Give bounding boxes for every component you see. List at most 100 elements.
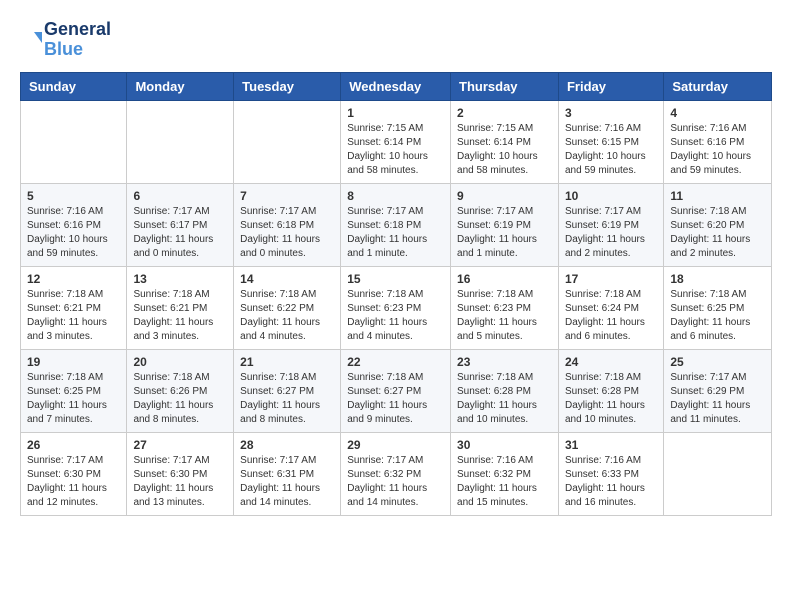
calendar-cell: 19 Sunrise: 7:18 AMSunset: 6:25 PMDayligh…	[21, 349, 127, 432]
day-number: 2	[457, 106, 552, 120]
calendar-cell: 28Sunrise: 7:17 AMSunset: 6:31 PMDayligh…	[234, 432, 341, 515]
day-number: 6	[133, 189, 227, 203]
day-info: Sunrise: 7:18 AMSunset: 6:27 PMDaylight:…	[347, 371, 444, 427]
day-info: Sunrise: 7:17 AMSunset: 6:30 PMDaylight:…	[133, 454, 227, 510]
day-info: Sunrise: 7:17 AMSunset: 6:19 PMDaylight:…	[457, 205, 552, 261]
day-info: Sunrise: 7:17 AMSunset: 6:30 PMDaylight:…	[27, 454, 120, 510]
calendar-cell: 21 Sunrise: 7:18 AMSunset: 6:27 PMDayligh…	[234, 349, 341, 432]
day-info: Sunrise: 7:18 AMSunset: 6:25 PMDaylight:…	[27, 371, 120, 427]
day-number: 23	[457, 355, 552, 369]
weekday-header-friday: Friday	[558, 72, 663, 100]
day-info: Sunrise: 7:18 AMSunset: 6:25 PMDaylight:…	[670, 288, 765, 344]
day-number: 12	[27, 272, 120, 286]
day-number: 10	[565, 189, 657, 203]
calendar-cell: 6 Sunrise: 7:17 AMSunset: 6:17 PMDaylight…	[127, 183, 234, 266]
day-info: Sunrise: 7:18 AMSunset: 6:24 PMDaylight:…	[565, 288, 657, 344]
day-info: Sunrise: 7:18 AMSunset: 6:22 PMDaylight:…	[240, 288, 334, 344]
day-info: Sunrise: 7:18 AMSunset: 6:23 PMDaylight:…	[457, 288, 552, 344]
calendar-cell: 24 Sunrise: 7:18 AMSunset: 6:28 PMDayligh…	[558, 349, 663, 432]
calendar-cell	[664, 432, 772, 515]
calendar-cell: 8 Sunrise: 7:17 AMSunset: 6:18 PMDaylight…	[341, 183, 451, 266]
calendar-table: SundayMondayTuesdayWednesdayThursdayFrid…	[20, 72, 772, 516]
day-number: 25	[670, 355, 765, 369]
day-number: 27	[133, 438, 227, 452]
weekday-header-monday: Monday	[127, 72, 234, 100]
calendar-cell	[234, 100, 341, 183]
day-number: 26	[27, 438, 120, 452]
calendar-cell: 15 Sunrise: 7:18 AMSunset: 6:23 PMDayligh…	[341, 266, 451, 349]
day-info: Sunrise: 7:17 AMSunset: 6:29 PMDaylight:…	[670, 371, 765, 427]
day-number: 19	[27, 355, 120, 369]
day-info: Sunrise: 7:18 AMSunset: 6:21 PMDaylight:…	[27, 288, 120, 344]
day-number: 11	[670, 189, 765, 203]
calendar-cell: 22 Sunrise: 7:18 AMSunset: 6:27 PMDayligh…	[341, 349, 451, 432]
day-info: Sunrise: 7:16 AMSunset: 6:16 PMDaylight:…	[27, 205, 120, 261]
weekday-header-wednesday: Wednesday	[341, 72, 451, 100]
day-info: Sunrise: 7:18 AMSunset: 6:27 PMDaylight:…	[240, 371, 334, 427]
day-number: 13	[133, 272, 227, 286]
calendar-cell: 10 Sunrise: 7:17 AMSunset: 6:19 PMDayligh…	[558, 183, 663, 266]
day-number: 28	[240, 438, 334, 452]
calendar-cell: 25 Sunrise: 7:17 AMSunset: 6:29 PMDayligh…	[664, 349, 772, 432]
day-info: Sunrise: 7:16 AMSunset: 6:32 PMDaylight:…	[457, 454, 552, 510]
day-info: Sunrise: 7:16 AMSunset: 6:15 PMDaylight:…	[565, 122, 657, 178]
calendar-cell: 13 Sunrise: 7:18 AMSunset: 6:21 PMDayligh…	[127, 266, 234, 349]
day-number: 1	[347, 106, 444, 120]
day-info: Sunrise: 7:15 AMSunset: 6:14 PMDaylight:…	[347, 122, 444, 178]
day-number: 24	[565, 355, 657, 369]
logo: General Blue	[20, 20, 111, 60]
calendar-cell: 11 Sunrise: 7:18 AMSunset: 6:20 PMDayligh…	[664, 183, 772, 266]
calendar-cell: 9 Sunrise: 7:17 AMSunset: 6:19 PMDaylight…	[451, 183, 559, 266]
day-info: Sunrise: 7:17 AMSunset: 6:18 PMDaylight:…	[347, 205, 444, 261]
calendar-cell: 29 Sunrise: 7:17 AMSunset: 6:32 PMDayligh…	[341, 432, 451, 515]
day-info: Sunrise: 7:17 AMSunset: 6:19 PMDaylight:…	[565, 205, 657, 261]
weekday-header-thursday: Thursday	[451, 72, 559, 100]
day-number: 16	[457, 272, 552, 286]
day-number: 21	[240, 355, 334, 369]
day-number: 31	[565, 438, 657, 452]
calendar-cell: 2Sunrise: 7:15 AMSunset: 6:14 PMDaylight…	[451, 100, 559, 183]
day-number: 20	[133, 355, 227, 369]
calendar-cell: 4Sunrise: 7:16 AMSunset: 6:16 PMDaylight…	[664, 100, 772, 183]
day-number: 22	[347, 355, 444, 369]
day-number: 8	[347, 189, 444, 203]
day-number: 3	[565, 106, 657, 120]
day-info: Sunrise: 7:18 AMSunset: 6:26 PMDaylight:…	[133, 371, 227, 427]
day-info: Sunrise: 7:18 AMSunset: 6:28 PMDaylight:…	[565, 371, 657, 427]
calendar-cell: 7 Sunrise: 7:17 AMSunset: 6:18 PMDaylight…	[234, 183, 341, 266]
weekday-header-sunday: Sunday	[21, 72, 127, 100]
day-number: 9	[457, 189, 552, 203]
day-number: 30	[457, 438, 552, 452]
day-info: Sunrise: 7:18 AMSunset: 6:21 PMDaylight:…	[133, 288, 227, 344]
calendar-cell: 31 Sunrise: 7:16 AMSunset: 6:33 PMDayligh…	[558, 432, 663, 515]
day-number: 14	[240, 272, 334, 286]
day-number: 15	[347, 272, 444, 286]
day-info: Sunrise: 7:17 AMSunset: 6:18 PMDaylight:…	[240, 205, 334, 261]
day-info: Sunrise: 7:18 AMSunset: 6:28 PMDaylight:…	[457, 371, 552, 427]
calendar-cell	[127, 100, 234, 183]
weekday-header-tuesday: Tuesday	[234, 72, 341, 100]
calendar-cell: 3 Sunrise: 7:16 AMSunset: 6:15 PMDaylight…	[558, 100, 663, 183]
day-number: 18	[670, 272, 765, 286]
logo-text: General Blue	[44, 20, 111, 60]
calendar-cell: 30 Sunrise: 7:16 AMSunset: 6:32 PMDayligh…	[451, 432, 559, 515]
day-info: Sunrise: 7:17 AMSunset: 6:17 PMDaylight:…	[133, 205, 227, 261]
day-info: Sunrise: 7:17 AMSunset: 6:32 PMDaylight:…	[347, 454, 444, 510]
calendar-cell: 12 Sunrise: 7:18 AMSunset: 6:21 PMDayligh…	[21, 266, 127, 349]
day-info: Sunrise: 7:16 AMSunset: 6:33 PMDaylight:…	[565, 454, 657, 510]
calendar-cell	[21, 100, 127, 183]
calendar-cell: 5 Sunrise: 7:16 AMSunset: 6:16 PMDaylight…	[21, 183, 127, 266]
day-number: 4	[670, 106, 765, 120]
day-info: Sunrise: 7:18 AMSunset: 6:23 PMDaylight:…	[347, 288, 444, 344]
day-number: 29	[347, 438, 444, 452]
calendar-cell: 14 Sunrise: 7:18 AMSunset: 6:22 PMDayligh…	[234, 266, 341, 349]
day-number: 5	[27, 189, 120, 203]
weekday-header-saturday: Saturday	[664, 72, 772, 100]
calendar-cell: 16 Sunrise: 7:18 AMSunset: 6:23 PMDayligh…	[451, 266, 559, 349]
calendar-cell: 27 Sunrise: 7:17 AMSunset: 6:30 PMDayligh…	[127, 432, 234, 515]
day-info: Sunrise: 7:18 AMSunset: 6:20 PMDaylight:…	[670, 205, 765, 261]
calendar-cell: 20 Sunrise: 7:18 AMSunset: 6:26 PMDayligh…	[127, 349, 234, 432]
calendar-cell: 18 Sunrise: 7:18 AMSunset: 6:25 PMDayligh…	[664, 266, 772, 349]
day-number: 17	[565, 272, 657, 286]
day-number: 7	[240, 189, 334, 203]
